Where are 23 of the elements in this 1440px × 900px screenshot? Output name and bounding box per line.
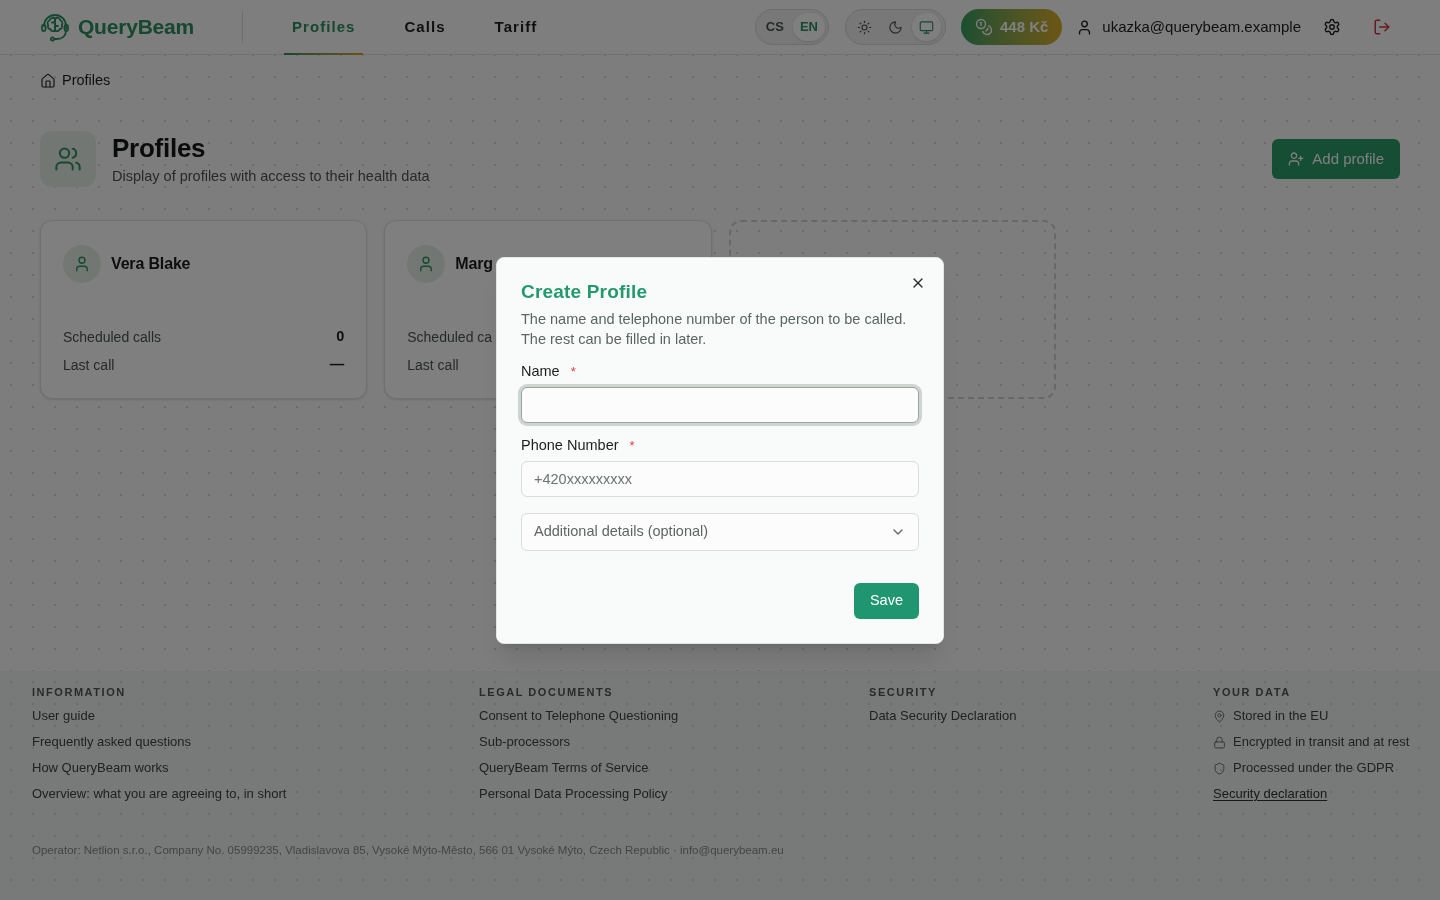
page-title: Profiles [112,132,207,164]
required-mark: * [629,436,635,455]
field-label: Name [521,361,560,381]
data-fact: Processed under the GDPR [1233,759,1395,777]
page-subtitle: Display of profiles with access to their health data [112,167,430,186]
profile-name: Vera Blake [111,254,191,274]
profile-name: Marg [455,254,493,274]
dialog-title: Create Profile [521,281,649,302]
footer-heading: LEGAL DOCUMENTS [479,685,615,699]
footer-heading: INFORMATION [32,685,127,699]
data-fact: Encrypted in transit and at rest [1233,733,1410,751]
dialog-description: The name and telephone number of the person to be called. The rest can be filled in later. [521,309,908,349]
stat-value: 0 [336,327,345,347]
stat-value: — [329,355,345,375]
stat-label: Last call [63,355,115,375]
stat-label: Scheduled ca [407,327,493,347]
required-mark: * [570,362,576,381]
stat-label: Last call [407,355,459,375]
footer-heading: SECURITY [869,685,938,699]
footer-heading: YOUR DATA [1213,685,1292,699]
stat-label: Scheduled calls [63,327,162,347]
field-label: Phone Number [521,435,619,455]
data-fact: Stored in the EU [1233,707,1329,725]
